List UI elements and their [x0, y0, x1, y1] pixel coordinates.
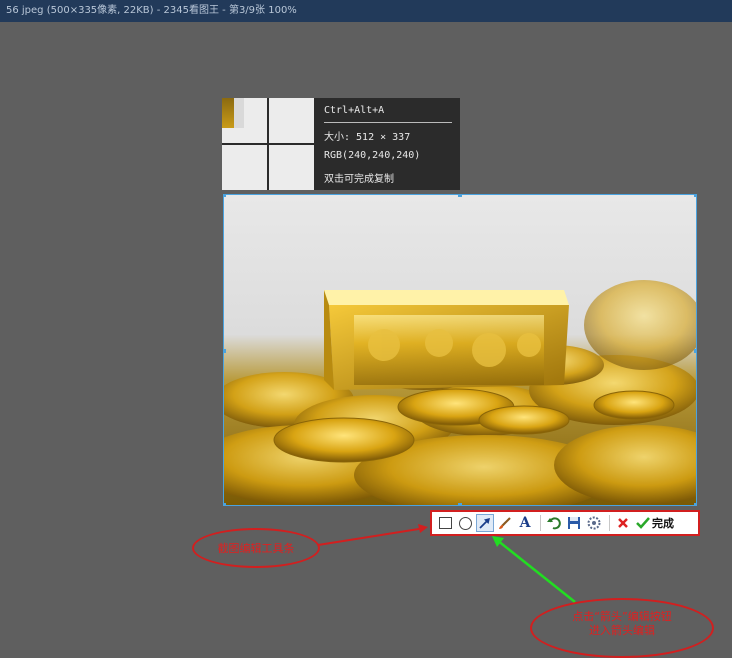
annotation-overlay	[317, 524, 576, 603]
toolbar-callout-text: 截图编辑工具条	[217, 542, 295, 555]
red-pointer-line	[317, 527, 426, 546]
arrow-tip-line2: 进入箭头编辑	[589, 624, 655, 637]
green-pointer-line	[496, 539, 576, 603]
red-pointer-head	[418, 524, 428, 533]
